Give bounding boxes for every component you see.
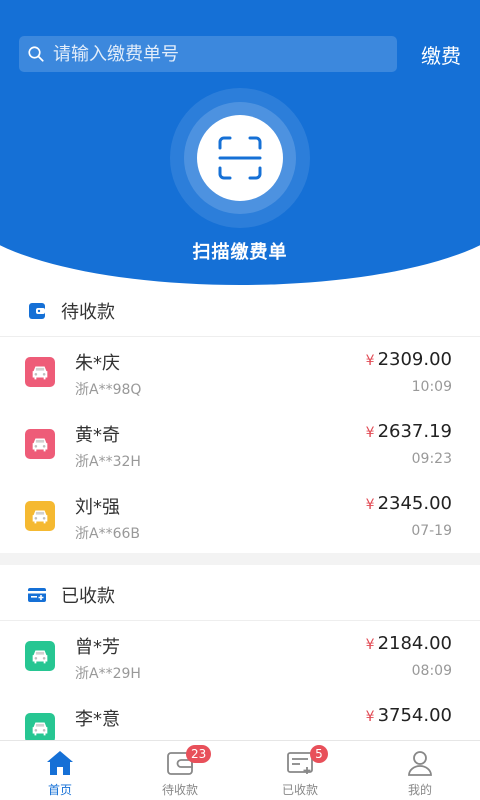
section-divider <box>0 553 480 565</box>
list-item[interactable]: 曾*芳浙A**29H ¥2184.00 08:09 <box>0 621 480 693</box>
customer-name: 李*意 <box>75 709 120 730</box>
search-icon <box>28 46 44 62</box>
currency-symbol: ¥ <box>365 637 375 653</box>
currency-symbol: ¥ <box>365 497 375 513</box>
pay-button[interactable]: 缴费 <box>421 40 461 69</box>
tab-pending[interactable]: 23 待收款 <box>120 741 240 800</box>
scan-label: 扫描缴费单 <box>192 242 288 263</box>
car-icon <box>32 366 48 380</box>
license-plate: 浙A**98Q <box>75 382 142 398</box>
car-icon <box>32 438 48 452</box>
received-section-header: 已收款 <box>0 569 480 621</box>
timestamp: 07-19 <box>411 523 452 539</box>
list-item[interactable]: 黄*奇浙A**32H ¥2637.19 09:23 <box>0 409 480 481</box>
car-icon-badge <box>25 501 55 531</box>
tab-received[interactable]: 5 已收款 <box>240 741 360 800</box>
scan-icon <box>218 136 262 180</box>
tab-pending-label: 待收款 <box>161 783 198 797</box>
wallet-icon <box>29 302 45 319</box>
currency-symbol: ¥ <box>365 425 375 441</box>
car-icon-badge <box>25 713 55 743</box>
car-icon <box>32 510 48 524</box>
timestamp: 10:09 <box>411 379 452 395</box>
tab-home[interactable]: 首页 <box>0 741 120 800</box>
currency-symbol: ¥ <box>365 353 375 369</box>
pending-section-header: 待收款 <box>0 285 480 337</box>
home-icon <box>47 751 73 775</box>
search-box[interactable] <box>19 36 397 72</box>
received-section-title: 已收款 <box>61 585 115 607</box>
license-plate: 浙A**66B <box>75 526 140 542</box>
list-item[interactable]: 朱*庆浙A**98Q ¥2309.00 10:09 <box>0 337 480 409</box>
car-icon-badge <box>25 357 55 387</box>
scan-button[interactable] <box>170 88 310 228</box>
amount: ¥2184.00 <box>365 633 452 654</box>
user-icon <box>408 751 432 776</box>
tab-received-badge: 5 <box>310 745 328 763</box>
tab-pending-badge: 23 <box>186 745 212 763</box>
timestamp: 08:09 <box>411 663 452 679</box>
timestamp: 09:23 <box>411 451 452 467</box>
tab-mine-label: 我的 <box>407 783 432 797</box>
currency-symbol: ¥ <box>365 709 375 725</box>
card-icon <box>28 587 46 602</box>
car-icon <box>32 722 48 736</box>
customer-name: 朱*庆 <box>75 353 120 374</box>
customer-name: 曾*芳 <box>75 637 120 658</box>
header: 缴费 扫描缴费单 <box>0 0 480 285</box>
car-icon-badge <box>25 641 55 671</box>
license-plate: 浙A**32H <box>75 454 141 470</box>
list-item[interactable]: 刘*强浙A**66B ¥2345.00 07-19 <box>0 481 480 553</box>
tab-received-label: 已收款 <box>281 783 318 797</box>
tab-bar: 首页 23 待收款 5 已收款 我的 <box>0 740 480 800</box>
pending-section-title: 待收款 <box>61 301 115 323</box>
amount: ¥2637.19 <box>365 421 452 442</box>
amount: ¥2309.00 <box>365 349 452 370</box>
car-icon-badge <box>25 429 55 459</box>
amount: ¥2345.00 <box>365 493 452 514</box>
customer-name: 刘*强 <box>75 497 120 518</box>
license-plate: 浙A**29H <box>75 666 141 682</box>
amount: ¥3754.00 <box>365 705 452 726</box>
tab-home-label: 首页 <box>47 783 72 797</box>
car-icon <box>32 650 48 664</box>
tab-mine[interactable]: 我的 <box>360 741 480 800</box>
customer-name: 黄*奇 <box>75 425 120 446</box>
search-input[interactable] <box>53 43 397 65</box>
